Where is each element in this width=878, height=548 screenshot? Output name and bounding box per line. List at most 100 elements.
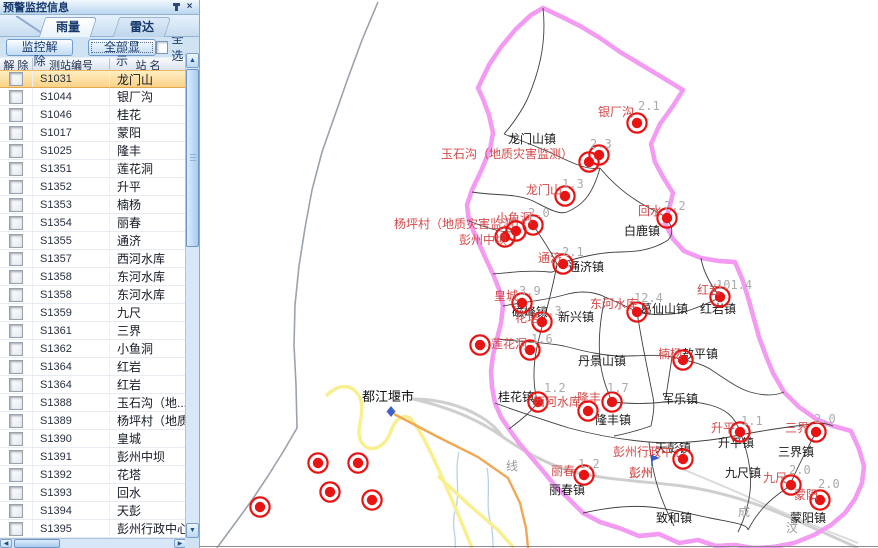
station-marker-core[interactable] <box>511 226 521 236</box>
table-row[interactable]: S1390皇城 <box>0 430 186 448</box>
row-release-checkbox[interactable] <box>9 486 23 500</box>
row-release-checkbox[interactable] <box>9 414 23 428</box>
select-all-checkbox[interactable] <box>156 41 169 54</box>
row-release-checkbox[interactable] <box>9 198 23 212</box>
station-marker-core[interactable] <box>313 458 323 468</box>
row-release-checkbox[interactable] <box>9 360 23 374</box>
horizontal-scrollbar-thumb[interactable] <box>14 539 60 548</box>
table-row[interactable]: S1391彭州中坝 <box>0 448 186 466</box>
row-station-name: 蒙阳 <box>110 124 186 141</box>
table-row[interactable]: S1395彭州行政中心 <box>0 520 186 538</box>
row-release-checkbox[interactable] <box>9 522 23 536</box>
tab-rainfall[interactable]: 雨量 <box>39 17 98 37</box>
station-marker-core[interactable] <box>517 298 527 308</box>
station-value: 1.3 <box>562 177 584 191</box>
station-marker-core[interactable] <box>353 458 363 468</box>
row-release-checkbox[interactable] <box>9 162 23 176</box>
vertical-scrollbar[interactable]: ▲ ▼ <box>185 53 199 538</box>
row-station-name: 莲花洞 <box>110 160 186 177</box>
row-release-checkbox[interactable] <box>9 288 23 302</box>
row-release-checkbox[interactable] <box>9 108 23 122</box>
table-row[interactable]: S1351莲花洞 <box>0 160 186 178</box>
row-release-checkbox[interactable] <box>9 324 23 338</box>
table-row[interactable]: S1361三界 <box>0 322 186 340</box>
table-row[interactable]: S1389杨坪村（地质.. <box>0 412 186 430</box>
map-view[interactable]: 龙门山镇白鹿镇通济镇磁峰镇新兴镇葛仙山镇红岩镇丹景山镇敖平镇桂花镇隆丰镇军乐镇天… <box>200 0 878 548</box>
row-release-checkbox[interactable] <box>9 216 23 230</box>
row-release-checkbox[interactable] <box>9 126 23 140</box>
row-release-checkbox[interactable] <box>9 504 23 518</box>
row-release-cell <box>0 196 33 213</box>
table-row[interactable]: S1394天彭 <box>0 502 186 520</box>
horizontal-scrollbar[interactable]: ◀ ▶ <box>0 538 186 548</box>
station-marker-core[interactable] <box>584 157 594 167</box>
row-release-checkbox[interactable] <box>9 234 23 248</box>
row-release-checkbox[interactable] <box>9 180 23 194</box>
scroll-left-button[interactable]: ◀ <box>0 539 12 548</box>
row-release-checkbox[interactable] <box>9 378 23 392</box>
row-station-id: S1392 <box>33 466 110 483</box>
table-row[interactable]: S1017蒙阳 <box>0 124 186 142</box>
show-all-button[interactable]: 全部显示 <box>88 39 155 56</box>
station-marker-core[interactable] <box>367 495 377 505</box>
scroll-up-button[interactable]: ▲ <box>186 53 199 68</box>
station-marker-core[interactable] <box>735 427 745 437</box>
scroll-down-button[interactable]: ▼ <box>186 523 199 538</box>
station-marker-core[interactable] <box>475 340 485 350</box>
station-label: 莲花洞 <box>491 336 527 351</box>
close-icon[interactable]: × <box>183 1 196 13</box>
station-value: 1.2 <box>544 381 566 395</box>
row-release-checkbox[interactable] <box>9 396 23 410</box>
row-release-checkbox[interactable] <box>9 90 23 104</box>
tab-radar[interactable]: 雷达 <box>113 17 172 37</box>
table-row[interactable]: S1044银厂沟 <box>0 88 186 106</box>
station-marker-core[interactable] <box>325 487 335 497</box>
release-monitor-button[interactable]: 监控解除 <box>6 39 73 56</box>
row-release-checkbox[interactable] <box>9 252 23 266</box>
station-marker-core[interactable] <box>662 213 672 223</box>
station-marker-core[interactable] <box>579 470 589 480</box>
station-marker-core[interactable] <box>678 454 688 464</box>
table-row[interactable]: S1364红岩 <box>0 358 186 376</box>
table-row[interactable]: S1364红岩 <box>0 376 186 394</box>
table-row[interactable]: S1392花塔 <box>0 466 186 484</box>
row-release-checkbox[interactable] <box>9 342 23 356</box>
table-row[interactable]: S1388玉石沟（地... <box>0 394 186 412</box>
table-row[interactable]: S1354丽春 <box>0 214 186 232</box>
station-label: 蒙阳 <box>794 488 818 502</box>
row-release-checkbox[interactable] <box>9 468 23 482</box>
row-release-checkbox[interactable] <box>9 144 23 158</box>
table-row[interactable]: S1362小鱼洞 <box>0 340 186 358</box>
station-marker-core[interactable] <box>811 427 821 437</box>
table-row[interactable]: S1353楠杨 <box>0 196 186 214</box>
row-release-checkbox[interactable] <box>9 450 23 464</box>
station-label: 回水 <box>638 204 662 218</box>
table-row[interactable]: S1358东河水库 <box>0 286 186 304</box>
row-release-checkbox[interactable] <box>9 72 23 86</box>
station-marker-core[interactable] <box>255 502 265 512</box>
station-label: 西河水库 <box>533 394 581 409</box>
table-row[interactable]: S1357西河水库 <box>0 250 186 268</box>
pin-icon[interactable] <box>170 1 183 13</box>
table-row[interactable]: S1358东河水库 <box>0 268 186 286</box>
station-table-body: S1031龙门山S1044银厂沟S1046桂花S1017蒙阳S1025隆丰S13… <box>0 70 186 538</box>
table-row[interactable]: S1046桂花 <box>0 106 186 124</box>
table-row[interactable]: S1352升平 <box>0 178 186 196</box>
vertical-scrollbar-thumb[interactable] <box>186 69 199 247</box>
row-station-id: S1389 <box>33 412 110 429</box>
row-release-checkbox[interactable] <box>9 306 23 320</box>
table-row[interactable]: S1031龙门山 <box>0 70 186 88</box>
road-name-label: 汶 <box>786 520 798 535</box>
row-release-checkbox[interactable] <box>9 432 23 446</box>
station-marker-core[interactable] <box>632 118 642 128</box>
table-row[interactable]: S1359九尺 <box>0 304 186 322</box>
station-marker-core[interactable] <box>583 406 593 416</box>
map-canvas[interactable]: 龙门山镇白鹿镇通济镇磁峰镇新兴镇葛仙山镇红岩镇丹景山镇敖平镇桂花镇隆丰镇军乐镇天… <box>200 0 878 548</box>
row-release-cell <box>0 232 33 249</box>
table-row[interactable]: S1393回水 <box>0 484 186 502</box>
row-release-checkbox[interactable] <box>9 270 23 284</box>
table-row[interactable]: S1355通济 <box>0 232 186 250</box>
row-release-cell <box>0 160 33 177</box>
station-marker-core[interactable] <box>607 397 617 407</box>
table-row[interactable]: S1025隆丰 <box>0 142 186 160</box>
